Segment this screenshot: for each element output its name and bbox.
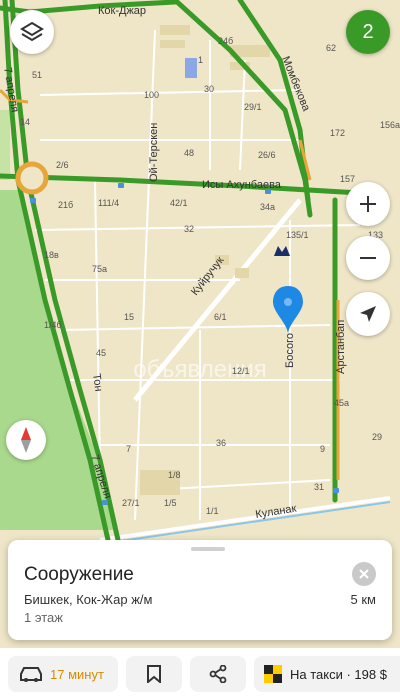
street-label-oi-terskey: Ой-Терскен (148, 123, 160, 182)
house-number: 34а (260, 202, 275, 212)
house-number: 157 (340, 174, 355, 184)
house-number: 12/1 (232, 366, 250, 376)
house-number: 135/1 (286, 230, 309, 240)
taxi-icon (264, 665, 282, 683)
share-icon (209, 665, 227, 683)
house-number: 172 (330, 128, 345, 138)
street-label-ton: Тон (90, 373, 104, 393)
house-number: 1 (198, 55, 203, 65)
layers-icon (20, 21, 44, 42)
house-number: 30 (204, 84, 214, 94)
house-number: 42/1 (170, 198, 188, 208)
route-by-car-button[interactable]: 17 минут (8, 656, 118, 692)
house-number: 36 (216, 438, 226, 448)
house-number: 1/5 (164, 498, 177, 508)
zoom-out-icon (360, 257, 376, 259)
house-number: 18в (44, 250, 59, 260)
layers-button[interactable] (10, 10, 54, 54)
house-number: 7 (126, 444, 131, 454)
house-number: 75а (92, 264, 107, 274)
bottom-action-bar: 17 минут На такси · 198 $ (0, 648, 400, 700)
house-number: 45 (96, 348, 106, 358)
street-label-kok-jar: Кок-Джар (98, 5, 146, 17)
place-address: Бишкек, Кок-Жар ж/м (24, 592, 153, 607)
bookmark-icon (147, 665, 161, 683)
house-number: 51 (32, 70, 42, 80)
place-floors: 1 этаж (24, 610, 63, 625)
house-number: 26/6 (258, 150, 276, 160)
house-number: 1/1 (206, 506, 219, 516)
place-title: Сооружение (24, 564, 134, 585)
taxi-button[interactable]: На такси · 198 $ (254, 656, 400, 692)
house-number: 100 (144, 90, 159, 100)
close-icon (359, 569, 369, 579)
share-button[interactable] (190, 656, 246, 692)
house-number: 21б (58, 200, 73, 210)
counter-badge[interactable]: 2 (346, 10, 390, 54)
taxi-label: На такси · 198 $ (290, 666, 387, 682)
locate-button[interactable] (346, 292, 390, 336)
house-number: 1/4б (44, 320, 62, 330)
zoom-in-icon (360, 196, 376, 212)
locate-icon (360, 306, 376, 322)
compass-icon (21, 427, 31, 453)
roundabout (15, 161, 49, 195)
house-number: 6/1 (214, 312, 227, 322)
house-number: 9 (320, 444, 325, 454)
zoom-out-button[interactable] (346, 236, 390, 280)
house-number: 156а (380, 120, 400, 130)
house-number: 32 (184, 224, 194, 234)
place-card[interactable]: Сооружение Бишкек, Кок-Жар ж/м 5 км 1 эт… (8, 540, 392, 640)
house-number: 29/1 (244, 102, 262, 112)
house-number: 62 (326, 43, 336, 53)
bookmark-button[interactable] (126, 656, 182, 692)
house-number: 24б (218, 36, 233, 46)
house-number: 1/8 (168, 470, 181, 480)
park-strip (0, 110, 10, 180)
house-number: 2/6 (56, 160, 69, 170)
counter-value: 2 (362, 20, 374, 43)
house-number: 111/4 (98, 198, 119, 208)
compass-button[interactable] (6, 420, 46, 460)
house-number: 29 (372, 432, 382, 442)
place-distance: 5 км (350, 592, 376, 607)
house-number: 31 (314, 482, 324, 492)
card-drag-handle[interactable] (191, 547, 225, 551)
house-number: 15 (124, 312, 134, 322)
house-number: 48 (184, 148, 194, 158)
close-card-button[interactable] (352, 562, 376, 586)
house-number: 14 (20, 117, 30, 127)
street-label-bosogo: Босого (284, 333, 296, 368)
car-icon (20, 667, 42, 682)
street-label-arstanbap: Арстанбап (335, 320, 347, 374)
house-number: 27/1 (122, 498, 140, 508)
route-time: 17 минут (50, 666, 104, 682)
house-number: 45а (334, 398, 349, 408)
zoom-in-button[interactable] (346, 182, 390, 226)
